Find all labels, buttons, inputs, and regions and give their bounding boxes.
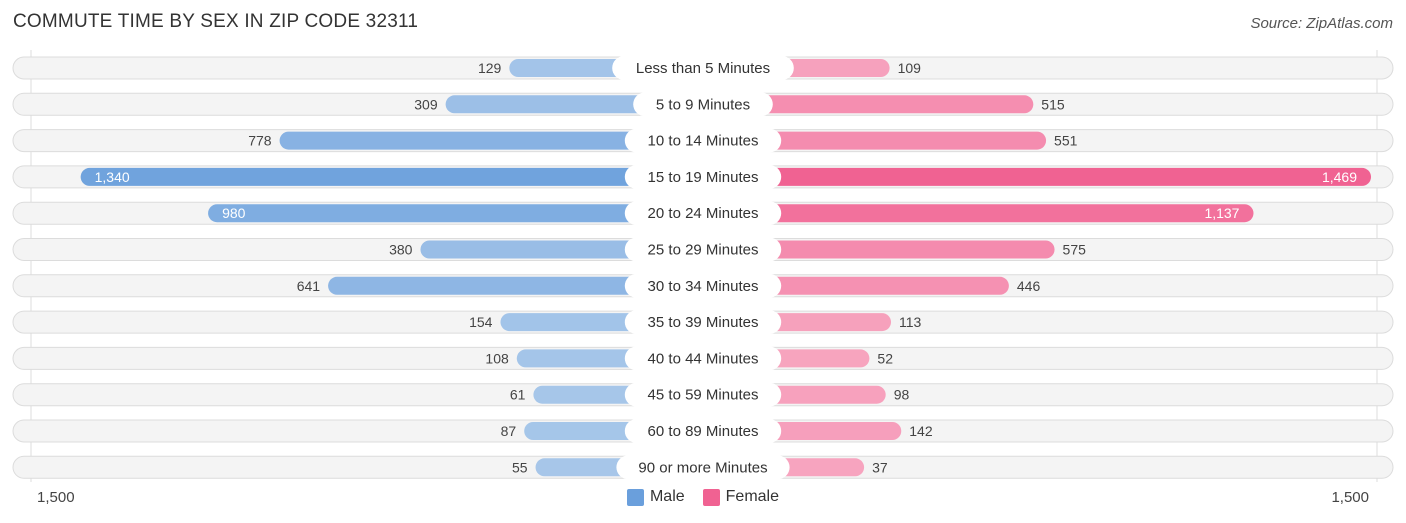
value-label-male: 980: [222, 205, 246, 221]
category-label: 10 to 14 Minutes: [648, 133, 759, 150]
value-label-male: 87: [501, 423, 517, 439]
legend-item-female: Female: [702, 488, 780, 506]
value-label-male: 108: [485, 350, 509, 366]
value-label-female: 1,469: [1322, 169, 1357, 185]
value-label-female: 446: [1017, 278, 1041, 294]
category-label: 15 to 19 Minutes: [648, 169, 759, 186]
bar-female: [703, 167, 1372, 186]
category-label: Less than 5 Minutes: [636, 60, 770, 77]
legend-swatch-male: [626, 488, 644, 506]
chart-svg: 129 109 Less than 5 Minutes 309 515 5 to 9 Mi…: [12, 50, 1394, 482]
value-label-female: 98: [894, 387, 910, 403]
value-label-male: 55: [512, 459, 528, 475]
value-label-male: 778: [248, 133, 272, 149]
legend-label-female: Female: [725, 488, 780, 505]
legend-swatch-female: [702, 488, 720, 506]
bar-female: [703, 204, 1254, 223]
value-label-male: 1,340: [95, 169, 130, 185]
category-label: 25 to 29 Minutes: [648, 242, 759, 259]
value-label-male: 129: [478, 60, 502, 76]
legend-item-male: Male: [626, 488, 685, 506]
value-label-female: 575: [1063, 242, 1087, 258]
bar-male: [80, 167, 703, 186]
value-label-female: 113: [899, 314, 922, 330]
value-label-male: 380: [389, 242, 413, 258]
category-label: 35 to 39 Minutes: [648, 314, 759, 331]
legend: Male Female: [0, 488, 1406, 506]
category-label: 20 to 24 Minutes: [648, 205, 759, 222]
category-label: 5 to 9 Minutes: [656, 96, 750, 113]
category-label: 45 to 59 Minutes: [648, 387, 759, 404]
value-label-male: 641: [297, 278, 321, 294]
value-label-female: 52: [877, 350, 893, 366]
value-label-male: 309: [414, 96, 438, 112]
category-label: 60 to 89 Minutes: [648, 423, 759, 440]
value-label-male: 61: [510, 387, 526, 403]
value-label-female: 551: [1054, 133, 1078, 149]
value-label-female: 109: [898, 60, 922, 76]
value-label-female: 142: [909, 423, 933, 439]
value-label-female: 37: [872, 459, 888, 475]
category-label: 30 to 34 Minutes: [648, 278, 759, 295]
legend-label-male: Male: [649, 488, 685, 505]
category-label: 90 or more Minutes: [638, 459, 767, 476]
value-label-female: 515: [1041, 96, 1065, 112]
value-label-male: 154: [469, 314, 493, 330]
category-label: 40 to 44 Minutes: [648, 350, 759, 367]
value-label-female: 1,137: [1204, 205, 1239, 221]
